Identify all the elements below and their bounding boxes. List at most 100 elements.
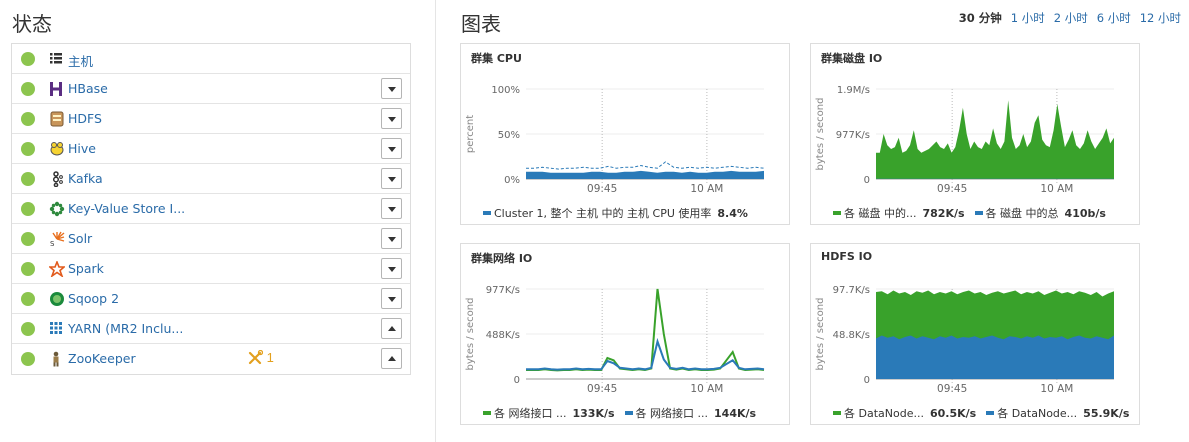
- service-actions-dropdown[interactable]: [381, 78, 402, 99]
- y-tick-label: 0: [514, 375, 520, 386]
- service-actions-dropdown[interactable]: [381, 258, 402, 279]
- service-link[interactable]: Solr: [68, 231, 92, 246]
- service-link[interactable]: HDFS: [68, 111, 102, 126]
- chart-legend: Cluster 1, 整个 主机 中的 主机 CPU 使用率 8.4%: [483, 205, 758, 221]
- x-tick-label: 09:45: [587, 383, 617, 395]
- chart-title: 群集 CPU: [471, 52, 522, 65]
- y-tick-label: 977K/s: [486, 285, 520, 296]
- legend-label[interactable]: 各 网络接口 ...: [494, 407, 566, 420]
- chart-legend: 各 DataNode... 60.5K/s 各 DataNode... 55.9K/s: [833, 405, 1139, 421]
- service-link[interactable]: ZooKeeper: [68, 351, 136, 366]
- y-tick-label: 50%: [498, 130, 520, 141]
- sqoop-icon: [49, 291, 65, 307]
- caret-down-icon: [388, 267, 396, 272]
- status-good-dot: [21, 82, 35, 96]
- chart-cluster-disk-io: 1.9M/s 977K/s 0 09:45 10 AM bytes / second: [815, 85, 1114, 195]
- service-link[interactable]: 主机: [68, 51, 93, 70]
- time-range-option[interactable]: 2 小时: [1054, 11, 1088, 25]
- x-tick-label: 09:45: [937, 383, 967, 395]
- service-link[interactable]: HBase: [68, 81, 108, 96]
- service-row: Key-Value Store I...: [12, 194, 410, 224]
- service-row: ZooKeeper 1: [12, 344, 410, 374]
- zookeeper-icon: [49, 351, 65, 367]
- caret-up-icon: [388, 356, 396, 361]
- configuration-issues-indicator[interactable]: 1: [248, 349, 274, 365]
- time-range-option[interactable]: 1 小时: [1011, 11, 1045, 25]
- caret-down-icon: [388, 237, 396, 242]
- caret-down-icon: [388, 147, 396, 152]
- legend-label[interactable]: 各 DataNode...: [844, 407, 924, 420]
- list-icon: [49, 51, 65, 67]
- series-line[interactable]: [526, 288, 765, 372]
- service-link[interactable]: Key-Value Store I...: [68, 201, 185, 216]
- caret-down-icon: [388, 87, 396, 92]
- chart-cluster-network-io: 977K/s 488K/s 0 09:45 10 AM bytes / second: [465, 285, 765, 395]
- warning-count: 1: [266, 350, 274, 365]
- series-area[interactable]: [876, 335, 1114, 380]
- status-good-dot: [21, 52, 35, 66]
- legend-label[interactable]: 各 DataNode...: [997, 407, 1077, 420]
- status-good-dot: [21, 322, 35, 336]
- time-range-option[interactable]: 30 分钟: [959, 11, 1002, 25]
- y-axis-label: percent: [465, 115, 476, 153]
- service-link[interactable]: Sqoop 2: [68, 291, 119, 306]
- y-tick-label: 0: [864, 175, 870, 186]
- time-range-selector: 30 分钟 1 小时 2 小时 6 小时 12 小时: [950, 10, 1181, 26]
- chart-card-cluster-network-io[interactable]: 977K/s 488K/s 0 09:45 10 AM bytes / second 群集…: [460, 243, 790, 425]
- legend-swatch: [624, 411, 633, 415]
- service-actions-dropdown[interactable]: [381, 168, 402, 189]
- service-actions-dropdown[interactable]: [381, 108, 402, 129]
- y-axis-label: bytes / second: [815, 98, 826, 171]
- series-line[interactable]: [526, 161, 765, 170]
- chart-card-cluster-disk-io[interactable]: 1.9M/s 977K/s 0 09:45 10 AM bytes / second 群集…: [810, 43, 1140, 225]
- y-axis-label: bytes / second: [815, 298, 826, 371]
- service-link[interactable]: Hive: [68, 141, 96, 156]
- series-area[interactable]: [876, 100, 1114, 179]
- service-row: HDFS: [12, 104, 410, 134]
- caret-down-icon: [388, 207, 396, 212]
- legend-swatch: [483, 211, 491, 215]
- service-actions-dropdown[interactable]: [381, 138, 402, 159]
- legend-value: 144K/s: [714, 407, 757, 420]
- series-area[interactable]: [526, 170, 764, 179]
- x-tick-label: 10 AM: [690, 183, 723, 195]
- legend-swatch: [974, 211, 983, 215]
- legend-label[interactable]: Cluster 1, 整个 主机 中的 主机 CPU 使用率: [494, 207, 711, 220]
- time-range-option[interactable]: 6 小时: [1097, 11, 1131, 25]
- service-row: Hive: [12, 134, 410, 164]
- service-row: S Solr: [12, 224, 410, 254]
- status-good-dot: [21, 232, 35, 246]
- y-tick-label: 977K/s: [836, 130, 870, 141]
- service-actions-dropdown[interactable]: [381, 288, 402, 309]
- legend-value: 55.9K/s: [1083, 407, 1130, 420]
- service-actions-dropdown[interactable]: [381, 228, 402, 249]
- legend-value: 60.5K/s: [929, 407, 977, 420]
- status-good-dot: [21, 172, 35, 186]
- service-actions-dropdown[interactable]: [381, 348, 402, 369]
- legend-swatch: [833, 211, 841, 215]
- kafka-icon: [49, 171, 65, 188]
- legend-label[interactable]: 各 磁盘 中的...: [844, 207, 916, 220]
- service-row: 主机: [12, 44, 410, 74]
- legend-value: 8.4%: [717, 207, 748, 220]
- chart-card-cluster-cpu[interactable]: 100% 50% 0% 09:45 10 AM percent 群集 CPU Cluste…: [460, 43, 790, 225]
- service-link[interactable]: YARN (MR2 Inclu...: [68, 321, 183, 336]
- x-tick-label: 09:45: [937, 183, 967, 195]
- time-range-option[interactable]: 12 小时: [1140, 11, 1181, 25]
- service-link[interactable]: Spark: [68, 261, 104, 276]
- chart-card-hdfs-io[interactable]: 97.7K/s 48.8K/s 0 09:45 10 AM bytes / second …: [810, 243, 1140, 425]
- legend-swatch: [483, 411, 491, 415]
- service-row: Spark: [12, 254, 410, 284]
- hbase-icon: [49, 81, 65, 97]
- service-actions-dropdown[interactable]: [381, 198, 402, 219]
- legend-label[interactable]: 各 网络接口 ...: [636, 407, 708, 420]
- y-tick-label: 488K/s: [486, 330, 520, 341]
- legend-swatch: [986, 411, 995, 415]
- chart-hdfs-io: 97.7K/s 48.8K/s 0 09:45 10 AM bytes / second: [815, 285, 1114, 395]
- service-link[interactable]: Kafka: [68, 171, 103, 186]
- x-tick-label: 10 AM: [1040, 183, 1073, 195]
- service-actions-dropdown[interactable]: [381, 318, 402, 339]
- series-line[interactable]: [526, 337, 765, 371]
- hive-icon: [49, 141, 65, 157]
- legend-label[interactable]: 各 磁盘 中的总: [986, 207, 1059, 220]
